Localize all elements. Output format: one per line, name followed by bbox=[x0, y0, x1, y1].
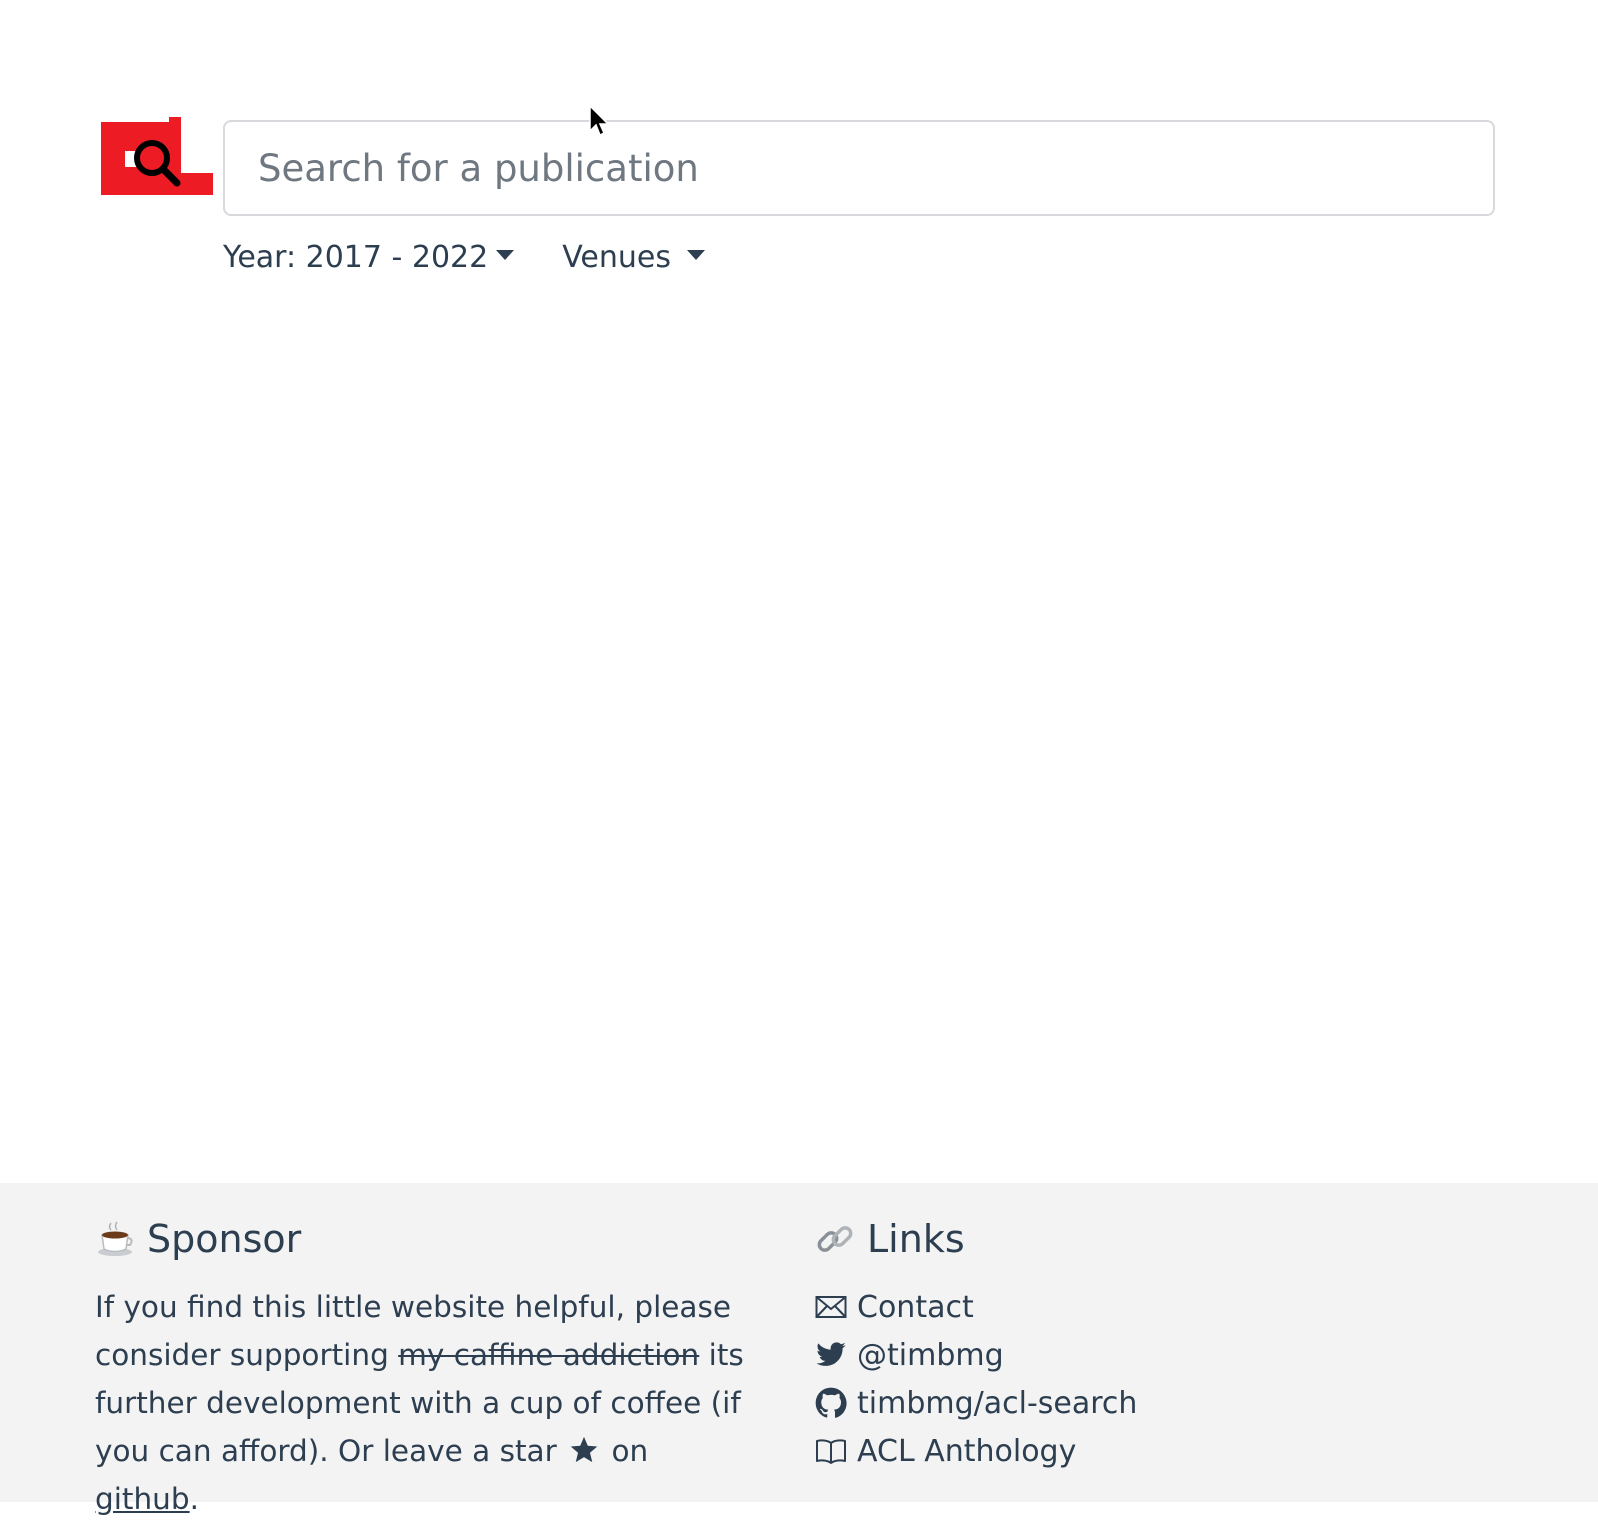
acl-search-logo[interactable] bbox=[101, 117, 213, 195]
github-link[interactable]: github bbox=[95, 1482, 190, 1516]
mouse-cursor-icon bbox=[589, 105, 610, 137]
struck-text: my caffine addiction bbox=[398, 1338, 700, 1372]
sponsor-heading: Sponsor bbox=[95, 1213, 755, 1265]
caret-down-icon bbox=[496, 249, 515, 260]
link-item-acl-anthology[interactable]: ACL Anthology bbox=[815, 1427, 1415, 1475]
github-icon bbox=[815, 1387, 847, 1418]
link-item-contact[interactable]: Contact bbox=[815, 1283, 1415, 1331]
link-icon bbox=[817, 1226, 853, 1252]
envelope-icon bbox=[815, 1296, 847, 1318]
sponsor-section: Sponsor If you find this little website … bbox=[95, 1213, 755, 1523]
links-list: Contact @timbmg timbmg/acl-search ACL An… bbox=[815, 1283, 1415, 1475]
footer: Sponsor If you find this little website … bbox=[0, 1183, 1598, 1516]
sponsor-text: If you find this little website helpful,… bbox=[95, 1283, 755, 1523]
link-item-github-repo[interactable]: timbmg/acl-search bbox=[815, 1379, 1415, 1427]
links-heading: Links bbox=[815, 1213, 1415, 1265]
acl-anthology-link[interactable]: ACL Anthology bbox=[857, 1434, 1076, 1469]
sponsor-text-end: . bbox=[189, 1482, 199, 1516]
year-filter-dropdown[interactable]: Year: 2017 - 2022 bbox=[223, 240, 515, 275]
star-icon bbox=[570, 1436, 598, 1463]
github-repo-link[interactable]: timbmg/acl-search bbox=[857, 1386, 1137, 1421]
book-icon bbox=[816, 1439, 846, 1464]
sponsor-text-on: on bbox=[602, 1434, 649, 1468]
year-filter-label: Year: 2017 - 2022 bbox=[223, 240, 489, 275]
links-section: Links Contact @timbmg timbmg/acl-search … bbox=[815, 1213, 1415, 1475]
sponsor-heading-text: Sponsor bbox=[147, 1217, 302, 1261]
logo-icon bbox=[101, 117, 213, 195]
caret-down-icon bbox=[687, 249, 705, 260]
links-heading-text: Links bbox=[867, 1217, 965, 1261]
contact-link[interactable]: Contact bbox=[857, 1290, 974, 1325]
venues-filter-dropdown[interactable]: Venues bbox=[562, 240, 705, 275]
twitter-link[interactable]: @timbmg bbox=[857, 1338, 1004, 1373]
venues-filter-label: Venues bbox=[562, 240, 671, 275]
search-input[interactable] bbox=[223, 120, 1495, 216]
link-item-twitter[interactable]: @timbmg bbox=[815, 1331, 1415, 1379]
twitter-icon bbox=[816, 1342, 846, 1366]
coffee-cup-icon bbox=[98, 1221, 133, 1256]
filters-bar: Year: 2017 - 2022 Venues bbox=[223, 240, 705, 275]
